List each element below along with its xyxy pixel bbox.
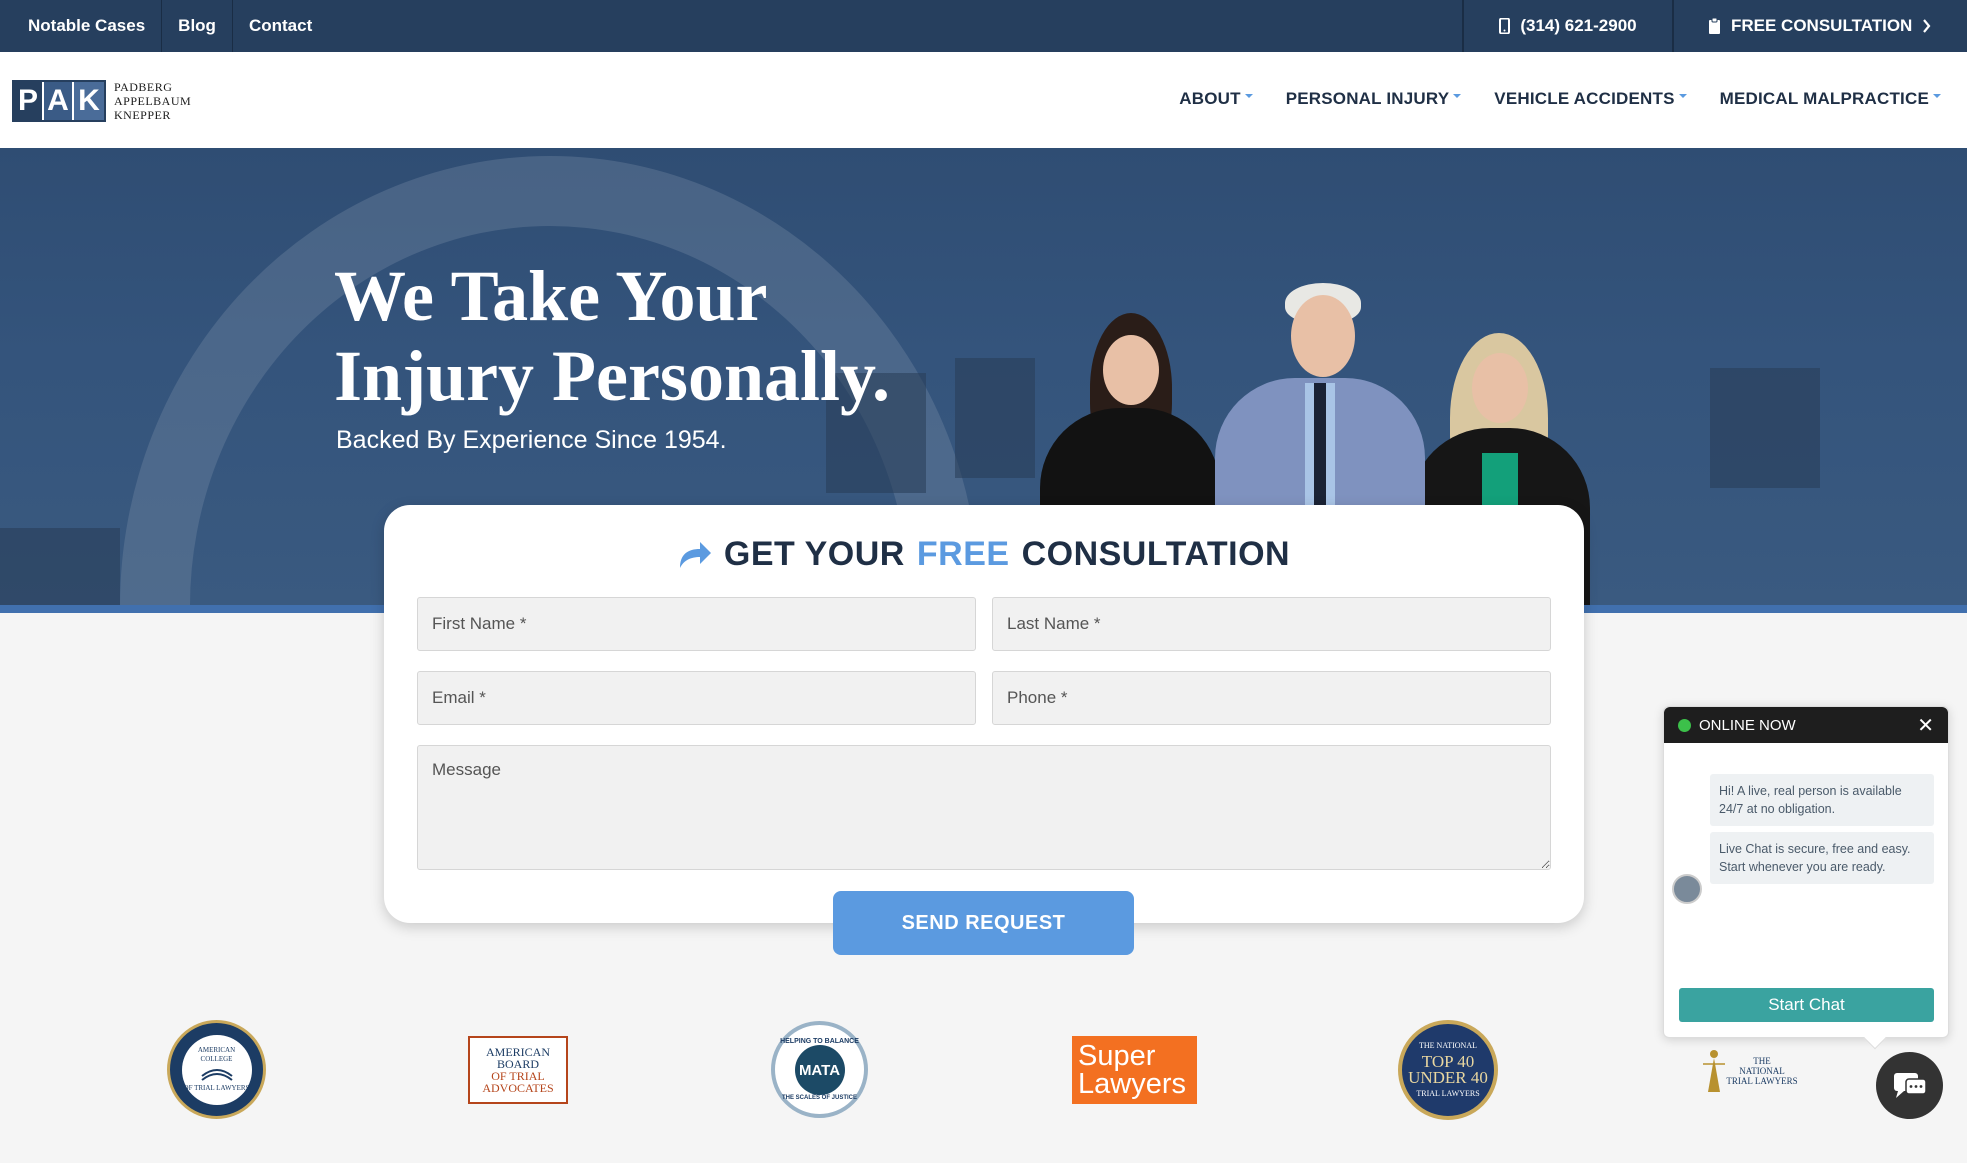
nav-vehicle-accidents[interactable]: VEHICLE ACCIDENTS (1494, 89, 1687, 109)
start-chat-button[interactable]: Start Chat (1679, 988, 1934, 1022)
super-lawyers-line1: Super (1078, 1040, 1156, 1072)
chat-pointer (1863, 1026, 1887, 1050)
phone-field[interactable] (992, 671, 1551, 725)
city-building (0, 528, 120, 613)
chat-bubble-icon (1893, 1072, 1927, 1098)
close-icon[interactable]: ✕ (1917, 713, 1934, 738)
ntl-under40: UNDER 40 (1408, 1068, 1488, 1087)
acotl-text-top: AMERICAN COLLEGE (197, 1046, 236, 1063)
live-chat-widget: ONLINE NOW ✕ Hi! A live, real person is … (1663, 706, 1949, 1050)
caret-down-icon (1933, 94, 1941, 98)
logo-name-2: APPELBAUM (114, 94, 192, 108)
nav-personal-injury[interactable]: PERSONAL INJURY (1286, 89, 1462, 109)
national-trial-lawyers-badge: THE NATIONAL TRIAL LAWYERS (1700, 1046, 1800, 1096)
city-building (955, 358, 1035, 478)
chevron-right-icon (1923, 19, 1931, 33)
super-lawyers-badge: Super Lawyers (1072, 1036, 1197, 1104)
logo-letter-k: K (74, 82, 104, 120)
form-title-free: FREE (916, 535, 1010, 573)
ntl-text-bottom: TRIAL LAWYERS (1416, 1089, 1480, 1098)
logo-mark: P A K (12, 80, 106, 122)
city-building (1710, 368, 1820, 488)
super-lawyers-line2: Lawyers (1078, 1068, 1186, 1100)
book-icon (200, 1069, 233, 1081)
abota-badge: AMERICAN BOARD OF TRIAL ADVOCATES (468, 1036, 568, 1104)
nav-vehicle-accidents-label: VEHICLE ACCIDENTS (1494, 89, 1675, 108)
chat-header: ONLINE NOW ✕ (1664, 707, 1948, 743)
mata-text-top: HELPING TO BALANCE (780, 1038, 859, 1045)
phone-number: (314) 621-2900 (1520, 16, 1637, 35)
nav-medical-malpractice[interactable]: MEDICAL MALPRACTICE (1720, 89, 1941, 109)
acotl-text-bottom: OF TRIAL LAWYERS (183, 1084, 250, 1092)
hero-title-line2: Injury Personally. (334, 336, 891, 416)
nav-contact[interactable]: Contact (233, 0, 328, 52)
topbar-right: (314) 621-2900 FREE CONSULTATION (1462, 0, 1967, 52)
mata-text: MATA (798, 1061, 841, 1079)
send-request-button[interactable]: SEND REQUEST (833, 891, 1134, 955)
mata-text-bottom: THE SCALES OF JUSTICE (781, 1095, 857, 1101)
nav-notable-cases[interactable]: Notable Cases (0, 0, 161, 52)
nav-personal-injury-label: PERSONAL INJURY (1285, 89, 1450, 108)
logo-firm-names: PADBERG APPELBAUM KNEPPER (114, 80, 191, 122)
chat-launcher-button[interactable] (1876, 1052, 1943, 1119)
top-bar: Notable Cases Blog Contact (314) 621-290… (0, 0, 1967, 52)
nav-blog[interactable]: Blog (162, 0, 232, 52)
clipboard-icon (1709, 18, 1720, 34)
site-logo[interactable]: P A K PADBERG APPELBAUM KNEPPER (12, 80, 191, 122)
hero-title-line1: We Take Your (334, 256, 768, 336)
last-name-field[interactable] (992, 597, 1551, 651)
lady-justice-icon (1703, 1050, 1726, 1092)
caret-down-icon (1678, 94, 1687, 98)
hero-title: We Take Your Injury Personally. (334, 256, 894, 416)
ntl2-line1: THE (1753, 1056, 1771, 1066)
main-nav: ABOUT PERSONAL INJURY VEHICLE ACCIDENTS … (1179, 89, 1941, 109)
chat-message-1: Hi! A live, real person is available 24/… (1710, 774, 1934, 826)
email-field[interactable] (417, 671, 976, 725)
share-arrow-icon (679, 541, 711, 568)
ntl2-line2: NATIONAL (1739, 1066, 1785, 1076)
mata-seal: MATA (794, 1045, 845, 1095)
phone-link[interactable]: (314) 621-2900 (1462, 0, 1672, 52)
abota-line4: ADVOCATES (482, 1081, 554, 1095)
acotl-badge: AMERICAN COLLEGE OF TRIAL LAWYERS (167, 1020, 266, 1119)
ntl2-line3: TRIAL LAWYERS (1726, 1076, 1798, 1086)
logo-letter-p: P (14, 82, 44, 120)
logo-name-3: KNEPPER (114, 108, 171, 122)
caret-down-icon (1453, 94, 1462, 98)
nav-about-label: ABOUT (1179, 89, 1241, 108)
main-header: P A K PADBERG APPELBAUM KNEPPER ABOUT PE… (0, 52, 1967, 148)
agent-avatar (1672, 874, 1702, 904)
nav-medical-malpractice-label: MEDICAL MALPRACTICE (1719, 89, 1929, 108)
mata-badge: HELPING TO BALANCE MATA THE SCALES OF JU… (771, 1021, 868, 1118)
nav-about[interactable]: ABOUT (1179, 89, 1253, 109)
phone-icon (1499, 18, 1511, 34)
national-trial-lawyers-top40-badge: THE NATIONAL TOP 40 UNDER 40 TRIAL LAWYE… (1398, 1020, 1498, 1120)
hero-subtitle: Backed By Experience Since 1954. (336, 426, 727, 454)
logo-letter-a: A (44, 82, 74, 120)
form-title-a: GET YOUR (723, 535, 905, 573)
logo-name-1: PADBERG (114, 80, 173, 94)
online-status-icon (1678, 718, 1691, 732)
chat-message-2: Live Chat is secure, free and easy. Star… (1710, 832, 1934, 884)
free-consultation-label: FREE CONSULTATION (1731, 16, 1913, 35)
free-consultation-link[interactable]: FREE CONSULTATION (1672, 0, 1967, 52)
form-title-b: CONSULTATION (1021, 535, 1291, 573)
chat-status: ONLINE NOW (1699, 716, 1796, 734)
caret-down-icon (1244, 94, 1253, 98)
message-field[interactable] (417, 745, 1551, 870)
form-title: GET YOUR FREE CONSULTATION (384, 535, 1584, 574)
first-name-field[interactable] (417, 597, 976, 651)
